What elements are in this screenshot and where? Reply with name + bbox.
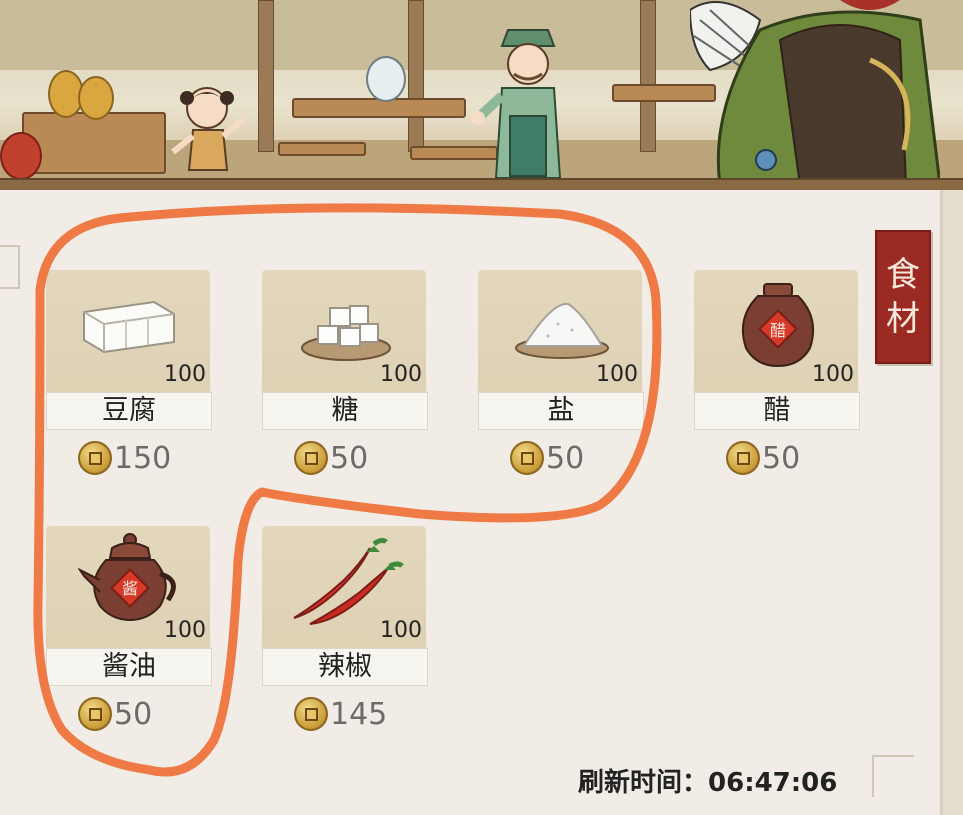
item-count: 100 — [164, 618, 206, 643]
item-count: 100 — [380, 618, 422, 643]
scene-post — [258, 0, 274, 152]
item-price: 50 — [726, 438, 800, 478]
scene-post — [640, 0, 656, 152]
price-value: 150 — [114, 440, 172, 476]
coin-icon — [294, 697, 328, 731]
item-price: 150 — [78, 438, 171, 478]
price-value: 145 — [330, 696, 388, 732]
coin-icon — [726, 441, 760, 475]
vinegar-jar-icon: 醋 — [742, 283, 814, 368]
scene-bench — [278, 142, 366, 156]
coin-icon — [294, 441, 328, 475]
item-count: 100 — [380, 362, 422, 387]
refresh-label: 刷新时间： — [578, 768, 709, 798]
price-value: 50 — [114, 696, 153, 732]
item-name: 豆腐 — [46, 392, 212, 430]
scene-beam — [0, 178, 963, 190]
chili-pepper-icon — [293, 537, 404, 625]
item-name: 辣椒 — [262, 648, 428, 686]
refresh-time: 06:47:06 — [708, 768, 838, 798]
tab-ingredients[interactable]: 食 材 — [875, 230, 931, 364]
scene-post — [408, 0, 424, 152]
tab-label-char: 食 — [886, 255, 920, 295]
item-count: 100 — [812, 362, 854, 387]
tofu-icon — [83, 300, 175, 354]
item-name: 盐 — [478, 392, 644, 430]
item-count: 100 — [164, 362, 206, 387]
lantern-icon — [0, 132, 42, 180]
item-price: 50 — [294, 438, 368, 478]
panel-edge — [943, 190, 963, 815]
corner-ornament — [872, 755, 914, 797]
jar-label: 酱 — [122, 579, 138, 598]
coin-icon — [78, 441, 112, 475]
coin-icon — [510, 441, 544, 475]
item-count: 100 — [596, 362, 638, 387]
item-name: 酱油 — [46, 648, 212, 686]
price-value: 50 — [330, 440, 369, 476]
price-value: 50 — [546, 440, 585, 476]
shopkeeper-character — [471, 29, 562, 179]
coin-icon — [78, 697, 112, 731]
price-value: 50 — [762, 440, 801, 476]
scroll-indicator[interactable] — [0, 245, 20, 289]
salt-icon — [515, 302, 609, 359]
item-price: 50 — [78, 694, 152, 734]
item-price: 145 — [294, 694, 387, 734]
official-character — [690, 0, 940, 185]
refresh-timer: 刷新时间：06:47:06 — [578, 762, 837, 799]
jar-label: 醋 — [770, 321, 786, 340]
teapot-icon — [366, 56, 406, 102]
tab-label-char: 材 — [886, 299, 920, 339]
sugar-icon — [301, 305, 391, 361]
scene-table — [292, 98, 466, 118]
soy-sauce-pot-icon: 酱 — [78, 533, 176, 622]
scene-counter — [22, 112, 166, 174]
item-price: 50 — [510, 438, 584, 478]
item-name: 醋 — [694, 392, 860, 430]
barrel-icon — [78, 76, 114, 120]
girl-character — [171, 87, 247, 171]
shop-scene — [0, 0, 963, 190]
item-name: 糖 — [262, 392, 428, 430]
